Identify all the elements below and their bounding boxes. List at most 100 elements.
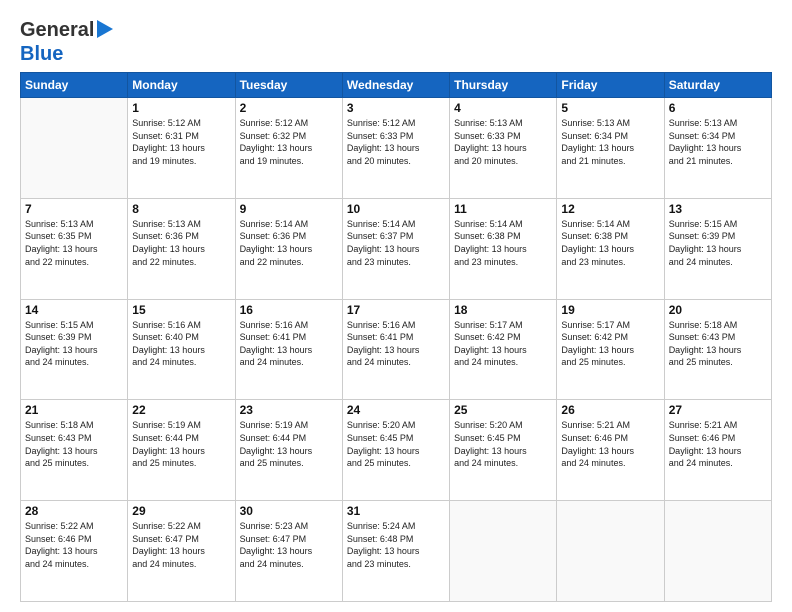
week-row-0: 1 Sunrise: 5:12 AM Sunset: 6:31 PM Daylig… xyxy=(21,98,772,199)
weekday-header-wednesday: Wednesday xyxy=(342,73,449,98)
day-number: 10 xyxy=(347,202,445,216)
day-number: 7 xyxy=(25,202,123,216)
day-info: Sunrise: 5:16 AM Sunset: 6:41 PM Dayligh… xyxy=(347,319,445,369)
day-number: 27 xyxy=(669,403,767,417)
calendar-cell: 5Sunrise: 5:13 AM Sunset: 6:34 PM Daylig… xyxy=(557,98,664,199)
day-info: Sunrise: 5:20 AM Sunset: 6:45 PM Dayligh… xyxy=(454,419,552,469)
weekday-header-thursday: Thursday xyxy=(450,73,557,98)
logo: General Blue xyxy=(20,18,113,66)
day-info: Sunrise: 5:12 AM Sunset: 6:31 PM Dayligh… xyxy=(132,117,230,167)
weekday-header-tuesday: Tuesday xyxy=(235,73,342,98)
day-info: Sunrise: 5:13 AM Sunset: 6:36 PM Dayligh… xyxy=(132,218,230,268)
day-number: 11 xyxy=(454,202,552,216)
day-number: 30 xyxy=(240,504,338,518)
day-info: Sunrise: 5:12 AM Sunset: 6:32 PM Dayligh… xyxy=(240,117,338,167)
week-row-2: 14 Sunrise: 5:15 AM Sunset: 6:39 PM Dayli… xyxy=(21,299,772,400)
day-info: Sunrise: 5:16 AM Sunset: 6:40 PM Dayligh… xyxy=(132,319,230,369)
calendar-cell: 26 Sunrise: 5:21 AM Sunset: 6:46 PM Dayli… xyxy=(557,400,664,501)
day-info: Sunrise: 5:17 AM Sunset: 6:42 PM Dayligh… xyxy=(454,319,552,369)
day-number: 3 xyxy=(347,101,445,115)
week-row-3: 21 Sunrise: 5:18 AM Sunset: 6:43 PM Dayli… xyxy=(21,400,772,501)
day-number: 31 xyxy=(347,504,445,518)
day-info: Sunrise: 5:20 AM Sunset: 6:45 PM Dayligh… xyxy=(347,419,445,469)
calendar-cell: 3 Sunrise: 5:12 AM Sunset: 6:33 PM Daylig… xyxy=(342,98,449,199)
page: General Blue SundayMondayTuesdayWednesda… xyxy=(0,0,792,612)
weekday-header-friday: Friday xyxy=(557,73,664,98)
calendar-cell: 18 Sunrise: 5:17 AM Sunset: 6:42 PM Dayli… xyxy=(450,299,557,400)
calendar-cell: 7Sunrise: 5:13 AM Sunset: 6:35 PM Daylig… xyxy=(21,198,128,299)
day-number: 20 xyxy=(669,303,767,317)
day-info: Sunrise: 5:18 AM Sunset: 6:43 PM Dayligh… xyxy=(669,319,767,369)
day-number: 22 xyxy=(132,403,230,417)
day-info: Sunrise: 5:19 AM Sunset: 6:44 PM Dayligh… xyxy=(132,419,230,469)
day-number: 8 xyxy=(132,202,230,216)
calendar-cell: 25 Sunrise: 5:20 AM Sunset: 6:45 PM Dayli… xyxy=(450,400,557,501)
day-info: Sunrise: 5:19 AM Sunset: 6:44 PM Dayligh… xyxy=(240,419,338,469)
calendar-cell: 27 Sunrise: 5:21 AM Sunset: 6:46 PM Dayli… xyxy=(664,400,771,501)
weekday-header-sunday: Sunday xyxy=(21,73,128,98)
calendar-cell: 20 Sunrise: 5:18 AM Sunset: 6:43 PM Dayli… xyxy=(664,299,771,400)
day-number: 4 xyxy=(454,101,552,115)
day-number: 16 xyxy=(240,303,338,317)
day-number: 18 xyxy=(454,303,552,317)
day-info: Sunrise: 5:15 AM Sunset: 6:39 PM Dayligh… xyxy=(25,319,123,369)
day-info: Sunrise: 5:14 AM Sunset: 6:36 PM Dayligh… xyxy=(240,218,338,268)
calendar-cell: 9 Sunrise: 5:14 AM Sunset: 6:36 PM Daylig… xyxy=(235,198,342,299)
day-info: Sunrise: 5:15 AM Sunset: 6:39 PM Dayligh… xyxy=(669,218,767,268)
calendar-cell: 13Sunrise: 5:15 AM Sunset: 6:39 PM Dayli… xyxy=(664,198,771,299)
day-info: Sunrise: 5:12 AM Sunset: 6:33 PM Dayligh… xyxy=(347,117,445,167)
day-info: Sunrise: 5:14 AM Sunset: 6:38 PM Dayligh… xyxy=(454,218,552,268)
weekday-header-saturday: Saturday xyxy=(664,73,771,98)
day-info: Sunrise: 5:21 AM Sunset: 6:46 PM Dayligh… xyxy=(561,419,659,469)
day-number: 19 xyxy=(561,303,659,317)
day-info: Sunrise: 5:22 AM Sunset: 6:47 PM Dayligh… xyxy=(132,520,230,570)
day-number: 26 xyxy=(561,403,659,417)
calendar-cell xyxy=(450,501,557,602)
calendar-cell: 17 Sunrise: 5:16 AM Sunset: 6:41 PM Dayli… xyxy=(342,299,449,400)
header: General Blue xyxy=(20,18,772,66)
day-info: Sunrise: 5:22 AM Sunset: 6:46 PM Dayligh… xyxy=(25,520,123,570)
calendar-cell: 15Sunrise: 5:16 AM Sunset: 6:40 PM Dayli… xyxy=(128,299,235,400)
calendar-cell: 4 Sunrise: 5:13 AM Sunset: 6:33 PM Daylig… xyxy=(450,98,557,199)
calendar-cell: 10 Sunrise: 5:14 AM Sunset: 6:37 PM Dayli… xyxy=(342,198,449,299)
calendar-cell: 24Sunrise: 5:20 AM Sunset: 6:45 PM Dayli… xyxy=(342,400,449,501)
calendar-cell: 12Sunrise: 5:14 AM Sunset: 6:38 PM Dayli… xyxy=(557,198,664,299)
day-number: 28 xyxy=(25,504,123,518)
day-info: Sunrise: 5:21 AM Sunset: 6:46 PM Dayligh… xyxy=(669,419,767,469)
calendar-cell: 1 Sunrise: 5:12 AM Sunset: 6:31 PM Daylig… xyxy=(128,98,235,199)
day-number: 9 xyxy=(240,202,338,216)
calendar-cell: 16 Sunrise: 5:16 AM Sunset: 6:41 PM Dayli… xyxy=(235,299,342,400)
day-number: 25 xyxy=(454,403,552,417)
calendar-cell: 2 Sunrise: 5:12 AM Sunset: 6:32 PM Daylig… xyxy=(235,98,342,199)
calendar-cell: 14 Sunrise: 5:15 AM Sunset: 6:39 PM Dayli… xyxy=(21,299,128,400)
day-info: Sunrise: 5:13 AM Sunset: 6:34 PM Dayligh… xyxy=(669,117,767,167)
calendar-cell: 8 Sunrise: 5:13 AM Sunset: 6:36 PM Daylig… xyxy=(128,198,235,299)
day-number: 17 xyxy=(347,303,445,317)
calendar-cell: 30 Sunrise: 5:23 AM Sunset: 6:47 PM Dayli… xyxy=(235,501,342,602)
logo-general: General xyxy=(20,19,94,42)
day-info: Sunrise: 5:13 AM Sunset: 6:34 PM Dayligh… xyxy=(561,117,659,167)
calendar-cell: 29Sunrise: 5:22 AM Sunset: 6:47 PM Dayli… xyxy=(128,501,235,602)
day-number: 21 xyxy=(25,403,123,417)
day-info: Sunrise: 5:17 AM Sunset: 6:42 PM Dayligh… xyxy=(561,319,659,369)
day-info: Sunrise: 5:13 AM Sunset: 6:33 PM Dayligh… xyxy=(454,117,552,167)
day-number: 1 xyxy=(132,101,230,115)
logo-arrow-icon xyxy=(97,20,113,43)
calendar-cell xyxy=(21,98,128,199)
calendar-table: SundayMondayTuesdayWednesdayThursdayFrid… xyxy=(20,72,772,602)
calendar-cell: 28 Sunrise: 5:22 AM Sunset: 6:46 PM Dayli… xyxy=(21,501,128,602)
day-number: 2 xyxy=(240,101,338,115)
day-info: Sunrise: 5:23 AM Sunset: 6:47 PM Dayligh… xyxy=(240,520,338,570)
week-row-4: 28 Sunrise: 5:22 AM Sunset: 6:46 PM Dayli… xyxy=(21,501,772,602)
day-info: Sunrise: 5:14 AM Sunset: 6:37 PM Dayligh… xyxy=(347,218,445,268)
calendar-cell: 19 Sunrise: 5:17 AM Sunset: 6:42 PM Dayli… xyxy=(557,299,664,400)
calendar-cell: 6Sunrise: 5:13 AM Sunset: 6:34 PM Daylig… xyxy=(664,98,771,199)
day-number: 14 xyxy=(25,303,123,317)
day-info: Sunrise: 5:16 AM Sunset: 6:41 PM Dayligh… xyxy=(240,319,338,369)
calendar-cell: 23Sunrise: 5:19 AM Sunset: 6:44 PM Dayli… xyxy=(235,400,342,501)
calendar-cell: 22 Sunrise: 5:19 AM Sunset: 6:44 PM Dayli… xyxy=(128,400,235,501)
day-number: 12 xyxy=(561,202,659,216)
weekday-header-row: SundayMondayTuesdayWednesdayThursdayFrid… xyxy=(21,73,772,98)
day-info: Sunrise: 5:18 AM Sunset: 6:43 PM Dayligh… xyxy=(25,419,123,469)
weekday-header-monday: Monday xyxy=(128,73,235,98)
